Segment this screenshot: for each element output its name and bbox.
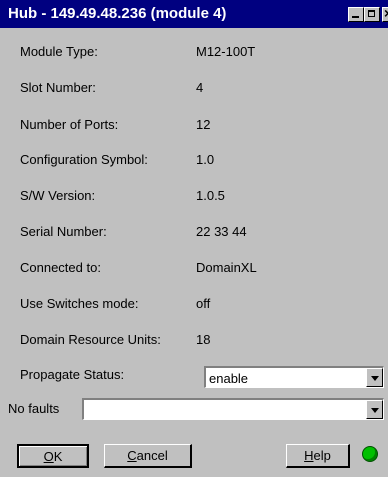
hub-module-window: Hub - 149.49.48.236 (module 4) × Module … [0,0,388,477]
close-icon: × [384,5,388,21]
module-type-label: Module Type: [20,44,98,59]
sw-version-value: 1.0.5 [196,188,225,203]
chevron-down-icon[interactable] [366,368,383,387]
number-of-ports-value: 12 [196,117,211,132]
faults-label: No faults [8,401,60,416]
cancel-button[interactable]: Cancel [104,444,192,468]
minimize-button[interactable] [348,7,364,22]
slot-number-label: Slot Number: [20,80,96,95]
module-type-value: M12-100T [196,44,256,59]
close-button[interactable]: × [382,5,388,22]
help-button[interactable]: Help [286,444,350,468]
status-led-icon [362,446,378,462]
faults-select[interactable] [82,398,384,420]
sw-version-label: S/W Version: [20,188,96,203]
number-of-ports-label: Number of Ports: [20,117,119,132]
use-switches-mode-value: off [196,296,211,311]
configuration-symbol-value: 1.0 [196,152,215,167]
maximize-button[interactable] [364,7,380,22]
slot-number-value: 4 [196,80,204,95]
use-switches-mode-label: Use Switches mode: [20,296,139,311]
serial-number-label: Serial Number: [20,224,107,239]
chevron-down-icon[interactable] [366,400,383,419]
domain-resource-units-value: 18 [196,332,211,347]
domain-resource-units-label: Domain Resource Units: [20,332,161,347]
configuration-symbol-label: Configuration Symbol: [20,152,148,167]
propagate-status-select[interactable]: enable [204,366,384,388]
propagate-status-label: Propagate Status: [20,367,125,382]
connected-to-label: Connected to: [20,260,101,275]
connected-to-value: DomainXL [196,260,257,275]
window-title: Hub - 149.49.48.236 (module 4) [8,5,227,22]
ok-button[interactable]: OK [17,444,89,468]
title-bar[interactable]: Hub - 149.49.48.236 (module 4) × [0,0,388,28]
serial-number-value: 22 33 44 [196,224,247,239]
propagate-status-selected: enable [209,371,249,386]
